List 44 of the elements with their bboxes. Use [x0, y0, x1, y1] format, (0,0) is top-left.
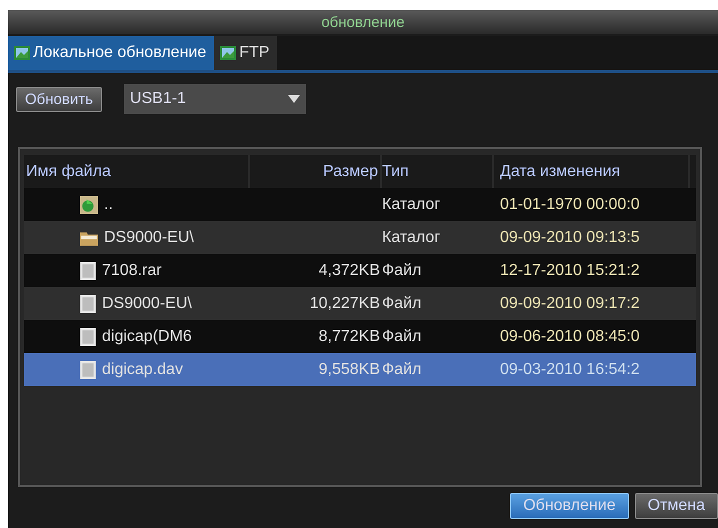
tab-label: FTP: [239, 44, 270, 62]
modified-date: 01-01-1970 00:00:0: [500, 196, 640, 214]
file-size: 4,372KB: [318, 262, 380, 280]
file-type: Файл: [382, 360, 422, 378]
tab[interactable]: Локальное обновление: [8, 36, 214, 70]
file-type: Каталог: [382, 228, 440, 246]
modified-date: 09-09-2010 09:17:2: [500, 294, 640, 312]
modified-date: 09-09-2010 09:13:5: [500, 228, 640, 246]
file-name: DS9000-EU\: [102, 294, 192, 312]
picture-icon: [14, 46, 30, 60]
file-name: 7108.rar: [102, 262, 162, 280]
file-icon: [80, 262, 96, 280]
window-title: обновление: [321, 14, 405, 30]
file-name: digicap(DM6: [102, 328, 192, 346]
file-name: DS9000-EU\: [104, 228, 194, 246]
tab-label: Локальное обновление: [33, 44, 206, 62]
file-icon: [80, 360, 96, 378]
file-size: 8,772KB: [318, 328, 380, 346]
file-icon: [80, 294, 96, 312]
file-row[interactable]: DS9000-EU\ Каталог 09-09-2010 09:13:5: [24, 221, 696, 254]
modified-date: 09-03-2010 16:54:2: [500, 360, 640, 378]
modified-date: 12-17-2010 15:21:2: [500, 262, 640, 280]
file-type: Файл: [382, 262, 422, 280]
file-type: Файл: [382, 294, 422, 312]
file-size: 10,227KB: [310, 294, 380, 312]
file-type: Каталог: [382, 196, 440, 214]
device-dropdown[interactable]: USB1-1: [124, 84, 306, 114]
picture-icon: [220, 46, 236, 60]
cancel-button[interactable]: Отмена: [634, 493, 718, 519]
file-size: 9,558KB: [318, 360, 380, 378]
file-row[interactable]: digicap.dav 9,558KB Файл 09-03-2010 16:54:2: [24, 353, 696, 386]
modified-date: 09-06-2010 08:45:0: [500, 328, 640, 346]
file-row[interactable]: 7108.rar 4,372KB Файл 12-17-2010 15:21:2: [24, 254, 696, 287]
file-icon: [80, 328, 96, 346]
file-row[interactable]: DS9000-EU\ 10,227KB Файл 09-09-2010 09:17:2: [24, 287, 696, 320]
file-name: ..: [104, 196, 113, 214]
refresh-button[interactable]: Обновить: [16, 86, 102, 112]
file-name: digicap.dav: [102, 360, 183, 378]
folder-icon: [80, 230, 98, 246]
file-type: Файл: [382, 328, 422, 346]
up-folder-icon: [80, 196, 98, 214]
file-row[interactable]: digicap(DM6 8,772KB Файл 09-06-2010 08:45:0: [24, 320, 696, 353]
tab[interactable]: FTP: [214, 36, 278, 70]
file-row[interactable]: .. Каталог 01-01-1970 00:00:0: [24, 188, 696, 221]
